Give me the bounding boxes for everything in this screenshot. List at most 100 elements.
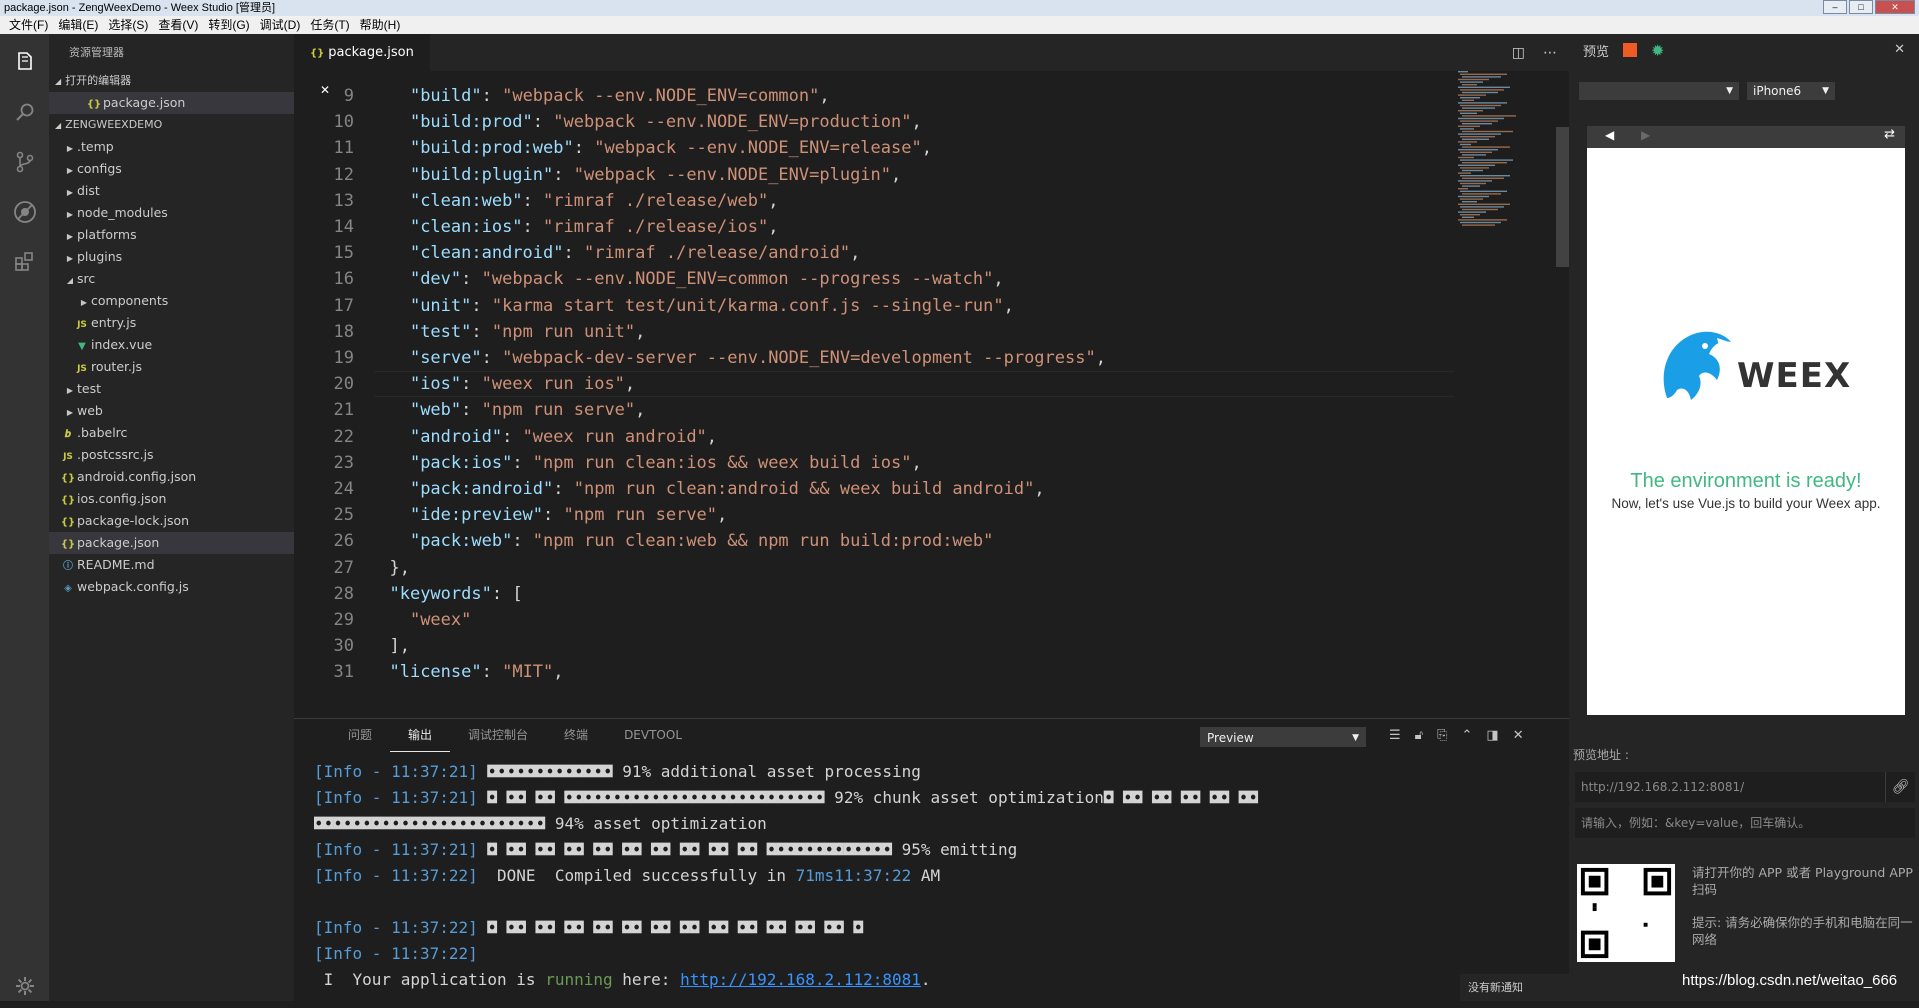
editor-scrollbar[interactable] xyxy=(1556,71,1569,718)
open-editor-item[interactable]: {} package.json xyxy=(49,92,294,114)
chevron-right-icon: ▶ xyxy=(66,232,74,241)
minimap-line xyxy=(1462,177,1504,179)
tab-debug-console[interactable]: 调试控制台 xyxy=(450,719,546,751)
output-log[interactable]: [Info - 11:37:21] ◘◘◘◘◘◘◘◘◘◘◘◘◘ 91% addi… xyxy=(314,751,1564,1002)
minimap[interactable] xyxy=(1454,71,1554,251)
dropdown-arrow-icon: ▼ xyxy=(1726,86,1733,96)
settings-gear-icon[interactable] xyxy=(0,964,49,1008)
log-text: here: xyxy=(612,970,681,989)
log-line: [Info - 11:37:21] ◘ ◘◘ ◘◘ ◘◘ ◘◘ ◘◘ ◘◘ ◘◘… xyxy=(314,837,1564,863)
notification-area[interactable]: 没有新通知 xyxy=(1460,974,1570,1001)
search-icon[interactable] xyxy=(0,90,49,134)
minimap-line xyxy=(1462,123,1492,125)
tab-devtool[interactable]: DEVTOOL xyxy=(606,719,700,751)
tab-terminal[interactable]: 终端 xyxy=(546,719,606,751)
clear-output-icon[interactable]: ☰ xyxy=(1389,728,1401,743)
log-text: I Your application is xyxy=(314,970,546,989)
debug-icon[interactable] xyxy=(0,190,49,234)
tree-folder-src[interactable]: ◢ src xyxy=(49,268,294,290)
tree-folder-configs[interactable]: ▶ configs xyxy=(49,158,294,180)
minimap-line xyxy=(1462,76,1501,78)
menu-edit[interactable]: 编辑(E) xyxy=(53,16,103,34)
panel-layout-icon[interactable]: ◨ xyxy=(1486,728,1498,743)
output-channel-select[interactable]: Preview ▼ xyxy=(1200,727,1366,747)
chevron-right-icon: ▶ xyxy=(66,254,74,263)
tab-package-json[interactable]: {} package.json ✕ xyxy=(294,34,430,97)
tree-file-postcssrc[interactable]: JS .postcssrc.js xyxy=(49,444,294,466)
more-actions-icon[interactable]: ⋯ xyxy=(1543,45,1557,61)
minimap-line xyxy=(1458,203,1510,205)
scrollbar-thumb[interactable] xyxy=(1556,127,1569,267)
minimize-button[interactable]: – xyxy=(1823,0,1847,14)
app-url-link[interactable]: http://192.168.2.112:8081 xyxy=(680,970,921,989)
menu-goto[interactable]: 转到(G) xyxy=(203,16,254,34)
menu-selection[interactable]: 选择(S) xyxy=(103,16,153,34)
tree-file-babelrc[interactable]: 𝒃 .babelrc xyxy=(49,422,294,444)
refresh-icon[interactable]: ⇄ xyxy=(1884,127,1895,142)
extensions-icon[interactable] xyxy=(0,240,49,284)
preview-url-field[interactable]: http://192.168.2.112:8081/ 🔗︎ xyxy=(1575,772,1915,802)
stop-icon[interactable] xyxy=(1623,43,1638,57)
minimap-line xyxy=(1460,175,1510,177)
weex-wordmark: WEEX xyxy=(1737,356,1852,396)
code-line: 30 ], xyxy=(294,633,1454,659)
back-icon[interactable]: ◀ xyxy=(1605,128,1614,142)
maximize-panel-icon[interactable]: ⌃ xyxy=(1462,728,1473,743)
menu-help[interactable]: 帮助(H) xyxy=(355,16,406,34)
tree-folder-web[interactable]: ▶ web xyxy=(49,400,294,422)
url-param-input[interactable]: 请输入，例如：&key=value，回车确认。 xyxy=(1575,808,1915,838)
line-number: 13 xyxy=(333,190,354,211)
split-editor-icon[interactable]: ◫ xyxy=(1512,45,1525,61)
menu-debug[interactable]: 调试(D) xyxy=(255,16,306,34)
lock-scroll-icon[interactable]: 🔓︎ xyxy=(1415,728,1423,743)
tree-file-android-config[interactable]: {} android.config.json xyxy=(49,466,294,488)
tree-file-index-vue[interactable]: ▼ index.vue xyxy=(49,334,294,356)
menu-file[interactable]: 文件(F) xyxy=(4,16,53,34)
project-header[interactable]: ◢ ZENGWEEXDEMO xyxy=(49,114,294,136)
debug-bug-icon[interactable]: ✹ xyxy=(1651,41,1664,60)
tree-file-webpack-config[interactable]: ◈ webpack.config.js xyxy=(49,576,294,598)
log-text: ◘ ◘◘ ◘◘ ◘◘◘◘◘◘◘◘◘◘◘◘◘◘◘◘◘◘◘◘◘◘◘◘◘◘◘ 92% … xyxy=(477,788,1259,807)
close-preview-icon[interactable]: ✕ xyxy=(1894,42,1905,57)
close-window-button[interactable]: ✕ xyxy=(1875,0,1915,14)
app-select[interactable]: ▼ xyxy=(1579,82,1739,100)
tree-folder-platforms[interactable]: ▶ platforms xyxy=(49,224,294,246)
tree-folder-test[interactable]: ▶ test xyxy=(49,378,294,400)
code-line: 10 "build:prod": "webpack --env.NODE_ENV… xyxy=(294,109,1454,135)
minimap-line xyxy=(1458,195,1489,198)
explorer-sidebar: 资源管理器 ◢ 打开的编辑器 {} package.json ◢ ZENGWEEXDE… xyxy=(49,34,294,1001)
open-log-icon[interactable]: ⎘ xyxy=(1437,728,1447,743)
menu-view[interactable]: 查看(V) xyxy=(153,16,203,34)
tree-file-package-lock[interactable]: {} package-lock.json xyxy=(49,510,294,532)
menu-tasks[interactable]: 任务(T) xyxy=(305,16,354,34)
forward-icon[interactable]: ▶ xyxy=(1641,128,1650,142)
tree-folder-plugins[interactable]: ▶ plugins xyxy=(49,246,294,268)
tree-file-ios-config[interactable]: {} ios.config.json xyxy=(49,488,294,510)
tree-file-entry-js[interactable]: JS entry.js xyxy=(49,312,294,334)
tree-file-router-js[interactable]: JS router.js xyxy=(49,356,294,378)
link-icon[interactable]: 🔗︎ xyxy=(1885,772,1915,802)
tab-problems[interactable]: 问题 xyxy=(330,719,390,751)
device-select[interactable]: iPhone6 ▼ xyxy=(1747,82,1835,100)
tree-folder-temp[interactable]: ▶ .temp xyxy=(49,136,294,158)
tab-output[interactable]: 输出 xyxy=(390,719,451,752)
code-view[interactable]: 9 "build": "webpack --env.NODE_ENV=commo… xyxy=(294,71,1569,718)
json-file-icon: {} xyxy=(86,99,102,110)
open-editors-header[interactable]: ◢ 打开的编辑器 xyxy=(49,70,294,92)
code-line: 12 "build:plugin": "webpack --env.NODE_E… xyxy=(294,162,1454,188)
tree-label: web xyxy=(77,403,103,418)
tree-folder-node-modules[interactable]: ▶ node_modules xyxy=(49,202,294,224)
phone-preview-screen[interactable]: WEEX The environment is ready! Now, let'… xyxy=(1587,148,1905,715)
tree-folder-components[interactable]: ▶ components xyxy=(49,290,294,312)
project-label: ZENGWEEXDEMO xyxy=(65,118,163,131)
close-panel-icon[interactable]: ✕ xyxy=(1513,728,1524,743)
tree-folder-dist[interactable]: ▶ dist xyxy=(49,180,294,202)
source-control-icon[interactable] xyxy=(0,140,49,184)
explorer-icon[interactable] xyxy=(0,40,49,84)
tree-label: plugins xyxy=(77,249,123,264)
maximize-button[interactable]: □ xyxy=(1849,0,1873,14)
tree-file-readme[interactable]: ⓘ README.md xyxy=(49,554,294,576)
code-line: 18 "test": "npm run unit", xyxy=(294,319,1454,345)
minimap-line xyxy=(1462,169,1483,172)
tree-file-package-json[interactable]: {} package.json xyxy=(49,532,294,554)
